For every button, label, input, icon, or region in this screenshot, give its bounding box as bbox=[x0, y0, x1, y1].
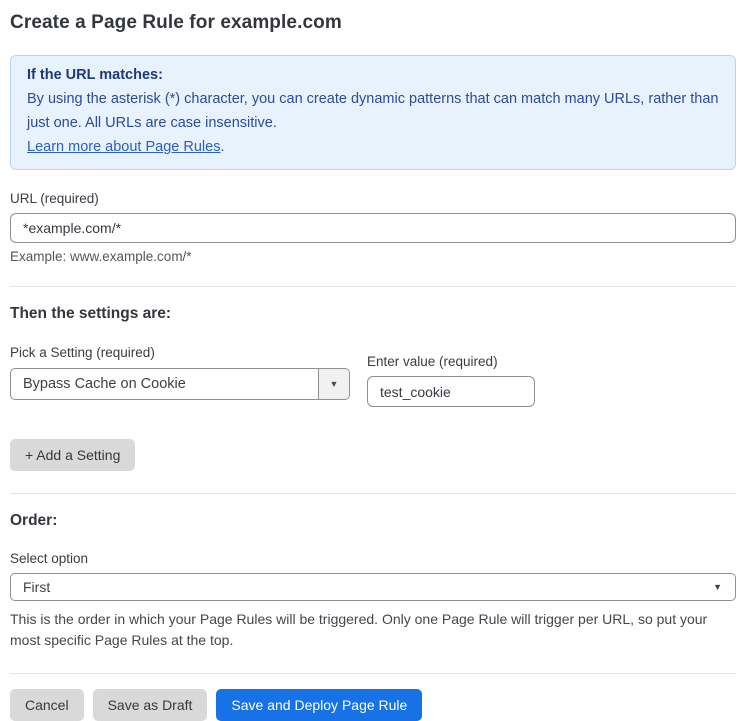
divider bbox=[10, 673, 736, 674]
save-as-draft-button[interactable]: Save as Draft bbox=[93, 689, 208, 721]
setting-select[interactable]: Bypass Cache on Cookie ▼ bbox=[10, 368, 350, 400]
info-box-heading: If the URL matches: bbox=[27, 63, 719, 87]
setting-value-input[interactable] bbox=[367, 376, 535, 407]
setting-select-value: Bypass Cache on Cookie bbox=[11, 376, 318, 392]
settings-row: Pick a Setting (required) Bypass Cache o… bbox=[10, 323, 736, 407]
order-select[interactable]: First ▼ bbox=[10, 573, 736, 601]
link-suffix-period: . bbox=[220, 139, 224, 155]
info-box-link-line: Learn more about Page Rules. bbox=[27, 135, 719, 159]
enter-value-label: Enter value (required) bbox=[367, 354, 535, 369]
url-matches-info-box: If the URL matches: By using the asteris… bbox=[10, 55, 736, 170]
save-and-deploy-button[interactable]: Save and Deploy Page Rule bbox=[216, 689, 422, 721]
order-select-value: First bbox=[11, 579, 713, 595]
order-helper-text: This is the order in which your Page Rul… bbox=[10, 609, 736, 651]
chevron-down-icon[interactable]: ▼ bbox=[318, 369, 349, 399]
chevron-down-icon: ▼ bbox=[713, 582, 735, 592]
pick-setting-column: Pick a Setting (required) Bypass Cache o… bbox=[10, 323, 350, 407]
divider bbox=[10, 286, 736, 287]
divider bbox=[10, 493, 736, 494]
footer-actions: Cancel Save as Draft Save and Deploy Pag… bbox=[10, 689, 736, 721]
enter-value-column: Enter value (required) bbox=[367, 323, 535, 407]
add-setting-button[interactable]: + Add a Setting bbox=[10, 439, 135, 471]
order-select-label: Select option bbox=[10, 551, 736, 566]
cancel-button[interactable]: Cancel bbox=[10, 689, 84, 721]
settings-section-heading: Then the settings are: bbox=[10, 305, 736, 323]
url-example-helper: Example: www.example.com/* bbox=[10, 249, 736, 264]
url-input[interactable] bbox=[10, 213, 736, 243]
learn-more-link[interactable]: Learn more about Page Rules bbox=[27, 139, 220, 155]
url-label: URL (required) bbox=[10, 191, 736, 206]
create-page-rule-form: Create a Page Rule for example.com If th… bbox=[0, 0, 750, 721]
order-section-heading: Order: bbox=[10, 512, 736, 530]
page-title: Create a Page Rule for example.com bbox=[10, 12, 736, 34]
pick-setting-label: Pick a Setting (required) bbox=[10, 345, 350, 360]
info-box-body: By using the asterisk (*) character, you… bbox=[27, 87, 719, 135]
